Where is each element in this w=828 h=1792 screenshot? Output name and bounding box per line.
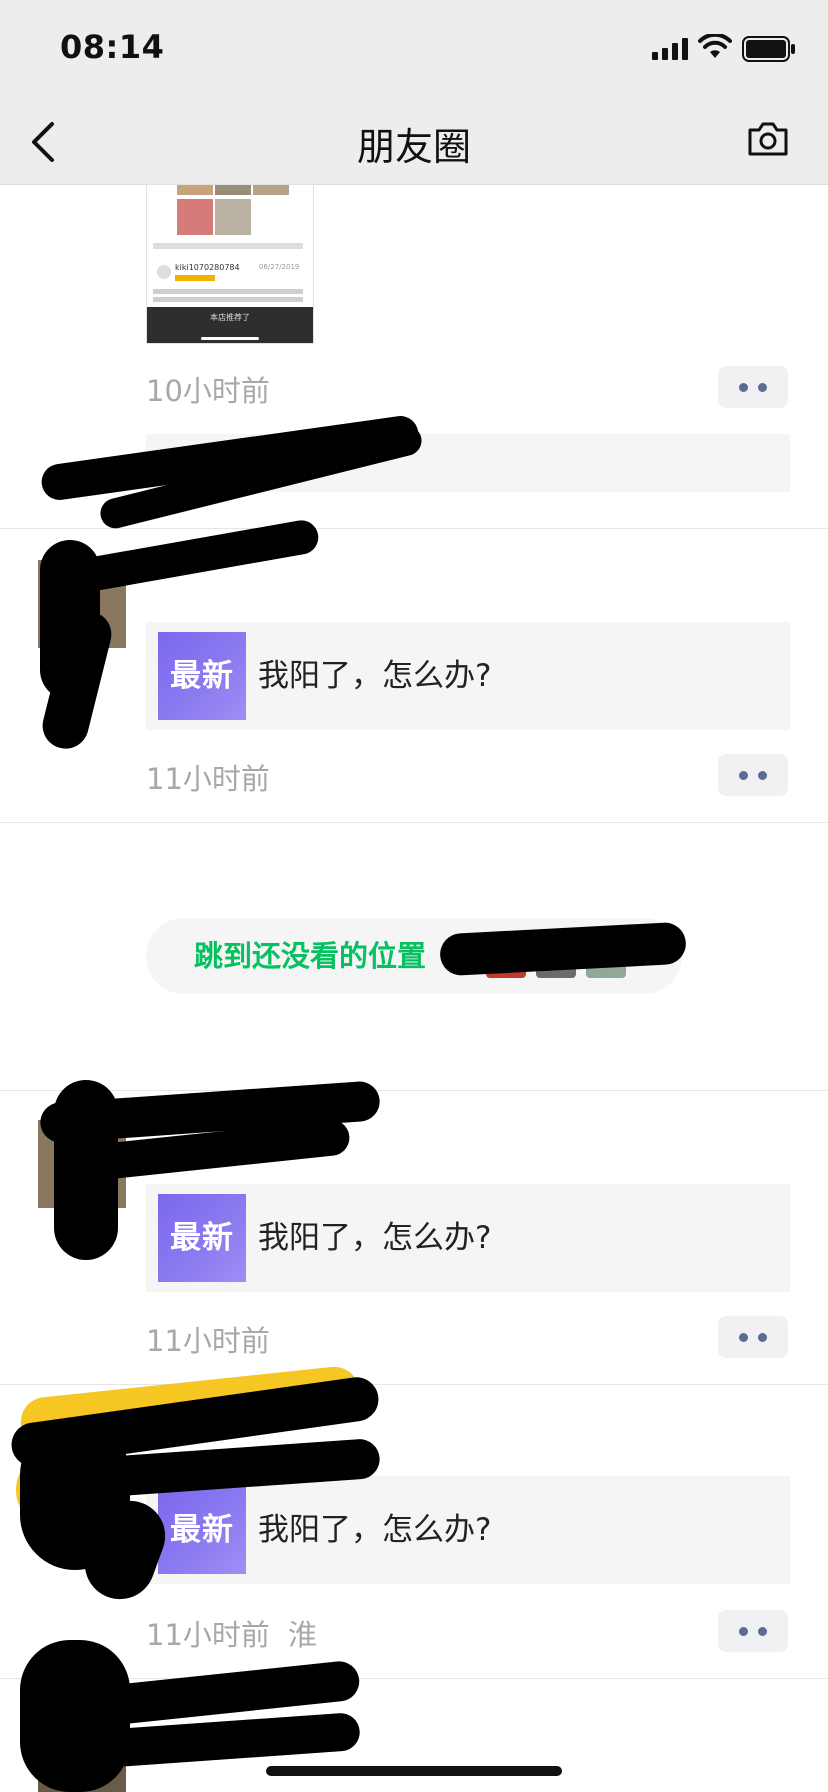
shot-tab: 本店推荐了 — [210, 313, 250, 322]
more-button[interactable] — [718, 1316, 788, 1358]
shot-date: 06/27/2019 — [259, 263, 300, 271]
jump-label: 跳到还没看的位置 — [194, 939, 427, 973]
shot-user: kiki1070280784 — [175, 263, 240, 272]
post-divider — [0, 528, 828, 529]
post-location[interactable]: 淮 — [288, 1612, 317, 1654]
battery-icon — [742, 36, 795, 62]
post-divider — [0, 1384, 828, 1385]
shared-text: 我阳了，怎么办? — [258, 658, 492, 694]
shared-link[interactable]: 最新 我阳了，怎么办? — [146, 622, 790, 730]
page-title: 朋友圈 — [356, 125, 471, 169]
home-indicator — [266, 1766, 562, 1776]
more-button[interactable] — [718, 754, 788, 796]
post-time: 10小时前 — [146, 374, 270, 408]
camera-icon[interactable] — [746, 120, 790, 158]
more-button[interactable] — [718, 366, 788, 408]
shared-link[interactable]: 最新 我阳了，怎么办? — [146, 1184, 790, 1292]
shared-thumbnail: 最新 — [158, 632, 246, 720]
status-time: 08:14 — [60, 28, 165, 66]
post-divider — [0, 822, 828, 823]
redaction-mark — [54, 1080, 118, 1260]
shared-text: 我阳了，怎么办? — [258, 1512, 492, 1548]
post-image[interactable]: kiki1070280784 06/27/2019 本店推荐了 — [146, 184, 314, 344]
post-time: 11小时前 — [146, 762, 270, 796]
post-time: 11小时前 — [146, 1618, 270, 1652]
more-button[interactable] — [718, 1610, 788, 1652]
shared-link[interactable]: 最新 我阳了，怎么办? — [146, 1476, 790, 1584]
shared-thumbnail: 最新 — [158, 1194, 246, 1282]
shared-thumbnail: 最新 — [158, 1486, 246, 1574]
shared-text: 我阳了，怎么办? — [258, 1220, 492, 1256]
post-divider — [0, 1090, 828, 1091]
wifi-icon — [698, 34, 732, 58]
post-time: 11小时前 — [146, 1324, 270, 1358]
cellular-signal-icon — [652, 38, 688, 60]
